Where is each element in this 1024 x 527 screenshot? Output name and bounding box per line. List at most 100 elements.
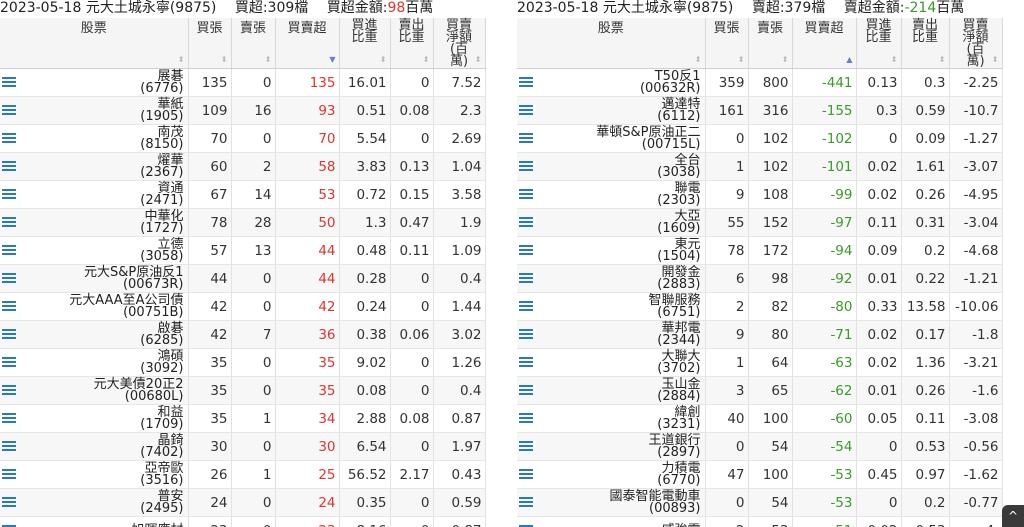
list-menu-icon[interactable]: [2, 273, 16, 284]
sort-arrows-icon[interactable]: ⬍: [891, 56, 898, 64]
list-menu-icon[interactable]: [519, 441, 533, 452]
list-menu-icon[interactable]: [2, 329, 16, 340]
list-menu-icon[interactable]: [2, 133, 16, 144]
stock-cell[interactable]: 和益 (1709): [0, 404, 189, 433]
stock-cell[interactable]: 元大AAA至A公司債 (00751B): [0, 292, 189, 321]
stock-cell[interactable]: 國泰智能電動車 (00893): [517, 488, 706, 517]
stock-cell[interactable]: 晶錡 (7402): [0, 432, 189, 461]
list-menu-icon[interactable]: [519, 105, 533, 116]
scroll-top-button[interactable]: ^: [1002, 505, 1024, 527]
stock-cell[interactable]: 大亞 (1609): [517, 208, 706, 237]
stock-code: (1709): [140, 416, 184, 432]
list-menu-icon[interactable]: [2, 245, 16, 256]
stock-cell[interactable]: 威強電: [517, 516, 706, 527]
list-menu-icon[interactable]: [2, 301, 16, 312]
stock-cell[interactable]: 資通 (2471): [0, 180, 189, 209]
stock-cell[interactable]: 旭暉應材: [0, 516, 189, 527]
header-stock[interactable]: 股票 ⬍: [517, 18, 706, 69]
sort-arrows-icon[interactable]: ⬍: [695, 56, 702, 64]
sort-arrows-icon[interactable]: ⬍: [782, 56, 789, 64]
list-menu-icon[interactable]: [2, 105, 16, 116]
stock-cell[interactable]: 華頓S&P原油正二 (00715L): [517, 124, 706, 153]
sort-arrows-icon[interactable]: ⬍: [178, 56, 185, 64]
list-menu-icon[interactable]: [519, 329, 533, 340]
stock-cell[interactable]: 智聯服務 (6751): [517, 292, 706, 321]
header-buy-ratio[interactable]: 買進比重 ⬍: [856, 18, 902, 69]
stock-cell[interactable]: 力積電 (6770): [517, 460, 706, 489]
stock-code: (3231): [657, 416, 701, 432]
list-menu-icon[interactable]: [2, 469, 16, 480]
sort-arrows-icon[interactable]: ▼: [329, 56, 335, 64]
list-menu-icon[interactable]: [519, 189, 533, 200]
header-net-amount[interactable]: 買賣淨額(百萬) ⬍: [949, 18, 1003, 69]
sort-arrows-icon[interactable]: ⬍: [380, 56, 387, 64]
list-menu-icon[interactable]: [519, 357, 533, 368]
sort-arrows-icon[interactable]: ⬍: [423, 56, 430, 64]
list-menu-icon[interactable]: [2, 497, 16, 508]
list-menu-icon[interactable]: [519, 245, 533, 256]
stock-cell[interactable]: 立德 (3058): [0, 236, 189, 265]
list-menu-icon[interactable]: [2, 77, 16, 88]
stock-cell[interactable]: 中華化 (1727): [0, 208, 189, 237]
stock-cell[interactable]: 華紙 (1905): [0, 96, 189, 125]
sort-arrows-icon[interactable]: ⬍: [992, 56, 999, 64]
header-net-amount[interactable]: 買賣淨額(百萬) ⬍: [433, 18, 486, 69]
header-buy-lots[interactable]: 買張 ⬍: [188, 18, 232, 69]
list-menu-icon[interactable]: [2, 385, 16, 396]
header-sell-lots[interactable]: 賣張 ⬍: [231, 18, 276, 69]
list-menu-icon[interactable]: [519, 217, 533, 228]
list-menu-icon[interactable]: [519, 413, 533, 424]
stock-cell[interactable]: 展碁 (6776): [0, 68, 189, 97]
stock-cell[interactable]: 鴻碩 (3092): [0, 348, 189, 377]
list-menu-icon[interactable]: [2, 413, 16, 424]
buy-ratio: 2.88: [339, 404, 391, 433]
list-menu-icon[interactable]: [2, 357, 16, 368]
sort-arrows-icon[interactable]: ⬍: [738, 56, 745, 64]
list-menu-icon[interactable]: [519, 77, 533, 88]
header-stock[interactable]: 股票 ⬍: [0, 18, 189, 69]
sort-arrows-icon[interactable]: ⬍: [939, 56, 946, 64]
header-sell-lots[interactable]: 賣張 ⬍: [748, 18, 793, 69]
header-net-lots[interactable]: 買賣超 ▲: [792, 18, 857, 69]
stock-cell[interactable]: 華邦電 (2344): [517, 320, 706, 349]
list-menu-icon[interactable]: [519, 469, 533, 480]
stock-cell[interactable]: 元大美債20正2 (00680L): [0, 376, 189, 405]
stock-cell[interactable]: 大聯大 (3702): [517, 348, 706, 377]
list-menu-icon[interactable]: [2, 161, 16, 172]
header-buy-ratio[interactable]: 買進比重 ⬍: [339, 18, 391, 69]
sort-arrows-icon[interactable]: ⬍: [221, 56, 228, 64]
list-menu-icon[interactable]: [2, 441, 16, 452]
buy-lots: 67: [188, 180, 232, 209]
stock-cell[interactable]: 東元 (1504): [517, 236, 706, 265]
list-menu-icon[interactable]: [2, 189, 16, 200]
stock-cell[interactable]: 元大S&P原油反1 (00673R): [0, 264, 189, 293]
sort-arrows-icon[interactable]: ▲: [846, 56, 852, 64]
stock-cell[interactable]: 燿華 (2367): [0, 152, 189, 181]
stock-cell[interactable]: 啟碁 (6285): [0, 320, 189, 349]
header-net-lots[interactable]: 買賣超 ▼: [275, 18, 340, 69]
list-menu-icon[interactable]: [2, 217, 16, 228]
stock-cell[interactable]: 玉山金 (2884): [517, 376, 706, 405]
sell-lots: 100: [748, 404, 793, 433]
list-menu-icon[interactable]: [519, 133, 533, 144]
stock-cell[interactable]: 王道銀行 (2897): [517, 432, 706, 461]
stock-cell[interactable]: 緯創 (3231): [517, 404, 706, 433]
stock-cell[interactable]: 亞帝歐 (3516): [0, 460, 189, 489]
stock-cell[interactable]: 開發金 (2883): [517, 264, 706, 293]
stock-cell[interactable]: 全台 (3038): [517, 152, 706, 181]
header-buy-lots[interactable]: 買張 ⬍: [705, 18, 749, 69]
stock-cell[interactable]: 南茂 (8150): [0, 124, 189, 153]
stock-cell[interactable]: 普安 (2495): [0, 488, 189, 517]
stock-cell[interactable]: 聯電 (2303): [517, 180, 706, 209]
header-sell-ratio[interactable]: 賣出比重 ⬍: [390, 18, 434, 69]
sort-arrows-icon[interactable]: ⬍: [475, 56, 482, 64]
stock-cell[interactable]: 邁達特 (6112): [517, 96, 706, 125]
stock-cell[interactable]: T50反1 (00632R): [517, 68, 706, 97]
header-sell-ratio[interactable]: 賣出比重 ⬍: [901, 18, 950, 69]
list-menu-icon[interactable]: [519, 497, 533, 508]
list-menu-icon[interactable]: [519, 273, 533, 284]
list-menu-icon[interactable]: [519, 301, 533, 312]
list-menu-icon[interactable]: [519, 385, 533, 396]
list-menu-icon[interactable]: [519, 161, 533, 172]
sort-arrows-icon[interactable]: ⬍: [265, 56, 272, 64]
